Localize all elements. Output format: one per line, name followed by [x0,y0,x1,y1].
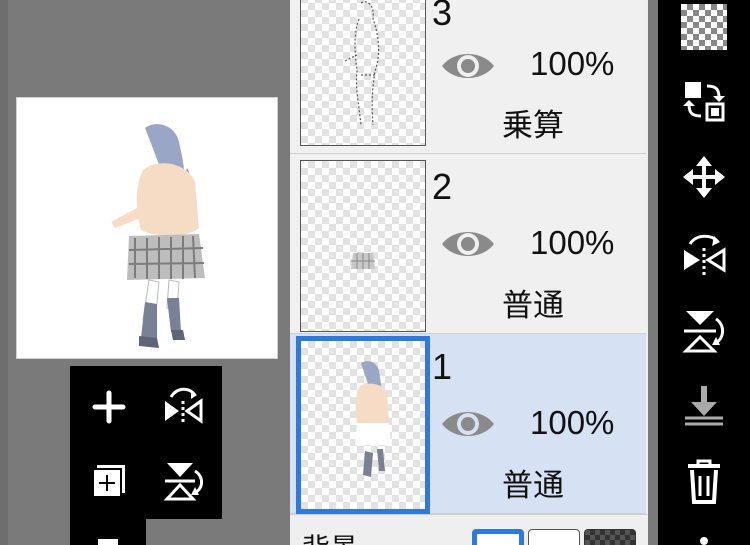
layer-row-1[interactable]: 1 100% 普通 [290,334,646,514]
character-thumbnail [355,361,391,477]
move-icon [683,156,725,198]
layer-blend-mode[interactable]: 普通 [502,460,564,505]
merge-down-button[interactable] [666,370,742,440]
layer-number: 1 [432,346,453,387]
canvas-edge [0,0,8,545]
layer-opacity: 100% [530,45,615,82]
eye-icon[interactable] [440,226,496,262]
transparency-button[interactable] [666,0,742,62]
layer-blend-mode[interactable]: 普通 [502,280,564,325]
layer-row-2[interactable]: 2 100% 普通 [290,154,646,334]
flip-vertical-icon [163,463,203,501]
layer-number: 3 [432,0,453,33]
delete-layer-button[interactable] [666,446,742,516]
layer-number: 2 [432,166,453,207]
plus-icon [92,390,126,424]
layer-thumbnail [300,160,426,332]
more-icon [700,536,708,545]
trash-icon [688,459,720,504]
background-swatch-white[interactable] [472,529,524,545]
background-swatch-transparent[interactable] [528,529,580,545]
flip-horizontal-icon [684,234,726,276]
layer-blend-mode[interactable]: 乗算 [502,100,564,145]
swap-layer-button[interactable] [666,66,742,136]
background-label: 背景 [302,527,358,545]
add-layer-button[interactable] [74,446,144,516]
transparency-checker-icon [681,4,727,50]
panel-divider [648,0,658,545]
layer-opacity: 100% [530,224,615,261]
background-swatch-checkered[interactable] [584,529,636,545]
character-illustration [111,124,205,348]
layer-icon[interactable] [98,539,118,545]
swap-icon [683,82,725,122]
flip-horizontal-icon [165,387,203,425]
layer-thumbnail [296,336,430,514]
flip-horizontal-layer-button[interactable] [666,220,742,290]
right-toolbar [658,0,750,545]
layer-thumbnail [300,0,426,146]
background-row: 背景 [290,514,648,545]
layer-opacity: 100% [530,404,615,441]
add-layer-icon [92,465,125,498]
eye-icon[interactable] [440,406,496,442]
lineart-thumbnail [344,1,380,126]
layers-panel: 3 100% 乗算 2 100% 普通 1 100% 普通 [290,0,648,545]
layer-row-3[interactable]: 3 100% 乗算 [290,0,646,154]
canvas-tool-palette-extra [70,519,146,545]
skirt-thumbnail [351,253,375,269]
canvas-preview[interactable] [16,97,278,359]
more-button[interactable] [666,516,742,545]
flip-vertical-icon [682,311,724,353]
canvas-tool-palette [70,366,222,519]
flip-horizontal-button[interactable] [148,372,218,442]
plus-button[interactable] [74,372,144,442]
move-button[interactable] [666,142,742,212]
merge-down-icon [685,386,723,426]
flip-vertical-layer-button[interactable] [666,296,742,366]
flip-vertical-button[interactable] [148,446,218,516]
eye-icon[interactable] [440,48,496,84]
